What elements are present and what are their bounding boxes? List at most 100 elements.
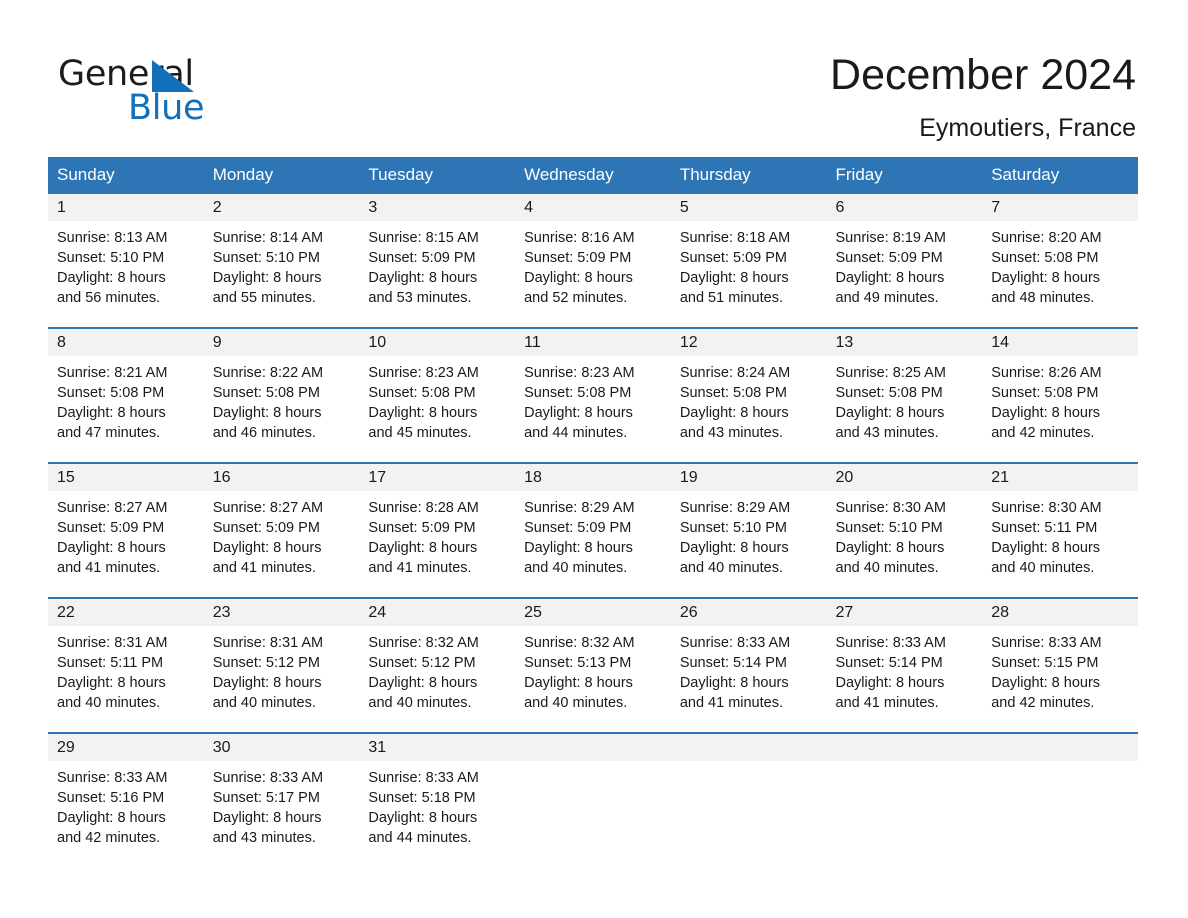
day-number: 10: [359, 329, 516, 356]
calendar-day-cell-empty: [515, 732, 671, 867]
calendar-week-row: 1 Sunrise: 8:13 AM Sunset: 5:10 PM Dayli…: [48, 194, 1138, 328]
page-title: December 2024: [830, 51, 1136, 99]
daylight-text-line1: Daylight: 8 hours: [57, 540, 166, 556]
day-number: 8: [48, 329, 204, 356]
calendar-day-cell[interactable]: 2 Sunrise: 8:14 AM Sunset: 5:10 PM Dayli…: [203, 194, 360, 328]
day-number: 7: [982, 194, 1138, 221]
daylight-text-line1: Daylight: 8 hours: [57, 405, 166, 421]
calendar-day-cell[interactable]: 9 Sunrise: 8:22 AM Sunset: 5:08 PM Dayli…: [203, 327, 360, 463]
daylight-text-line1: Daylight: 8 hours: [212, 810, 322, 826]
sunrise-text: Sunrise: 8:16 AM: [524, 230, 635, 246]
calendar-day-cell[interactable]: 23 Sunrise: 8:31 AM Sunset: 5:12 PM Dayl…: [203, 597, 360, 733]
calendar-day-cell[interactable]: 4 Sunrise: 8:16 AM Sunset: 5:09 PM Dayli…: [515, 194, 671, 328]
day-number: 5: [670, 194, 827, 221]
sunset-text: Sunset: 5:11 PM: [991, 520, 1098, 536]
daylight-text-line2: and 48 minutes.: [991, 290, 1095, 306]
calendar-day-cell[interactable]: 18 Sunrise: 8:29 AM Sunset: 5:09 PM Dayl…: [515, 462, 671, 598]
calendar-day-cell[interactable]: 30 Sunrise: 8:33 AM Sunset: 5:17 PM Dayl…: [203, 732, 360, 867]
calendar-day-cell[interactable]: 25 Sunrise: 8:32 AM Sunset: 5:13 PM Dayl…: [515, 597, 671, 733]
calendar-day-cell[interactable]: 27 Sunrise: 8:33 AM Sunset: 5:14 PM Dayl…: [826, 597, 983, 733]
sunset-text: Sunset: 5:12 PM: [212, 655, 320, 671]
calendar-day-cell[interactable]: 17 Sunrise: 8:28 AM Sunset: 5:09 PM Dayl…: [359, 462, 516, 598]
calendar-day-cell[interactable]: 16 Sunrise: 8:27 AM Sunset: 5:09 PM Dayl…: [203, 462, 360, 598]
calendar-day-cell[interactable]: 8 Sunrise: 8:21 AM Sunset: 5:08 PM Dayli…: [48, 327, 204, 463]
day-info: Sunrise: 8:31 AM Sunset: 5:11 PM Dayligh…: [48, 626, 204, 713]
day-number: 27: [826, 599, 983, 626]
daylight-text-line1: Daylight: 8 hours: [679, 270, 789, 286]
calendar-day-cell[interactable]: 3 Sunrise: 8:15 AM Sunset: 5:09 PM Dayli…: [359, 194, 516, 328]
weekday-header-wednesday: Wednesday: [515, 157, 671, 194]
sunset-text: Sunset: 5:14 PM: [679, 655, 788, 671]
day-info: Sunrise: 8:24 AM Sunset: 5:08 PM Dayligh…: [671, 356, 827, 443]
day-info: [982, 761, 1138, 768]
daylight-text-line1: Daylight: 8 hours: [524, 540, 633, 556]
sunrise-text: Sunrise: 8:29 AM: [679, 500, 791, 516]
calendar-day-cell[interactable]: 20 Sunrise: 8:30 AM Sunset: 5:10 PM Dayl…: [826, 462, 983, 598]
day-info: Sunrise: 8:13 AM Sunset: 5:10 PM Dayligh…: [48, 221, 204, 308]
sunrise-text: Sunrise: 8:25 AM: [835, 365, 946, 381]
day-number: 23: [203, 599, 360, 626]
sunset-text: Sunset: 5:09 PM: [57, 520, 165, 536]
daylight-text-line2: and 40 minutes.: [57, 695, 161, 711]
calendar-day-cell[interactable]: 24 Sunrise: 8:32 AM Sunset: 5:12 PM Dayl…: [359, 597, 516, 733]
sunrise-text: Sunrise: 8:13 AM: [57, 230, 168, 246]
title-block: December 2024 Eymoutiers, France: [830, 48, 1136, 145]
calendar-day-cell[interactable]: 7 Sunrise: 8:20 AM Sunset: 5:08 PM Dayli…: [982, 194, 1138, 328]
calendar-day-cell[interactable]: 29 Sunrise: 8:33 AM Sunset: 5:16 PM Dayl…: [48, 732, 204, 867]
calendar-day-cell[interactable]: 5 Sunrise: 8:18 AM Sunset: 5:09 PM Dayli…: [670, 194, 827, 328]
calendar-day-cell[interactable]: 22 Sunrise: 8:31 AM Sunset: 5:11 PM Dayl…: [48, 597, 204, 733]
sunset-text: Sunset: 5:10 PM: [679, 520, 788, 536]
calendar-week-row: 22 Sunrise: 8:31 AM Sunset: 5:11 PM Dayl…: [48, 597, 1138, 733]
sunrise-text: Sunrise: 8:24 AM: [679, 365, 791, 381]
calendar-day-cell[interactable]: 13 Sunrise: 8:25 AM Sunset: 5:08 PM Dayl…: [826, 327, 983, 463]
sunrise-sunset-calendar: Sunday Monday Tuesday Wednesday Thursday…: [48, 157, 1138, 867]
day-info: Sunrise: 8:19 AM Sunset: 5:09 PM Dayligh…: [827, 221, 983, 308]
calendar-day-cell[interactable]: 11 Sunrise: 8:23 AM Sunset: 5:08 PM Dayl…: [515, 327, 671, 463]
sunset-text: Sunset: 5:09 PM: [368, 250, 476, 266]
sunset-text: Sunset: 5:08 PM: [991, 250, 1099, 266]
day-number: 9: [203, 329, 360, 356]
calendar-day-cell[interactable]: 26 Sunrise: 8:33 AM Sunset: 5:14 PM Dayl…: [670, 597, 827, 733]
weekday-header-friday: Friday: [826, 157, 983, 194]
sunrise-text: Sunrise: 8:31 AM: [212, 635, 324, 651]
daylight-text-line2: and 40 minutes.: [368, 695, 472, 711]
calendar-day-cell[interactable]: 19 Sunrise: 8:29 AM Sunset: 5:10 PM Dayl…: [670, 462, 827, 598]
daylight-text-line2: and 40 minutes.: [212, 695, 316, 711]
sunrise-text: Sunrise: 8:33 AM: [57, 770, 168, 786]
sunset-text: Sunset: 5:13 PM: [524, 655, 632, 671]
daylight-text-line1: Daylight: 8 hours: [679, 675, 789, 691]
sunset-text: Sunset: 5:15 PM: [991, 655, 1099, 671]
daylight-text-line2: and 43 minutes.: [212, 830, 316, 846]
day-number: 26: [670, 599, 827, 626]
daylight-text-line2: and 43 minutes.: [835, 425, 939, 441]
calendar-week-row: 29 Sunrise: 8:33 AM Sunset: 5:16 PM Dayl…: [48, 732, 1138, 867]
calendar-day-cell[interactable]: 6 Sunrise: 8:19 AM Sunset: 5:09 PM Dayli…: [826, 194, 983, 328]
daylight-text-line2: and 42 minutes.: [57, 830, 161, 846]
calendar-body: 1 Sunrise: 8:13 AM Sunset: 5:10 PM Dayli…: [48, 194, 1138, 867]
calendar-day-cell[interactable]: 31 Sunrise: 8:33 AM Sunset: 5:18 PM Dayl…: [359, 732, 516, 867]
calendar-day-cell[interactable]: 28 Sunrise: 8:33 AM Sunset: 5:15 PM Dayl…: [982, 597, 1138, 733]
calendar-day-cell[interactable]: 10 Sunrise: 8:23 AM Sunset: 5:08 PM Dayl…: [359, 327, 516, 463]
calendar-day-cell[interactable]: 21 Sunrise: 8:30 AM Sunset: 5:11 PM Dayl…: [982, 462, 1138, 598]
day-number: 6: [826, 194, 983, 221]
sunrise-text: Sunrise: 8:20 AM: [991, 230, 1102, 246]
calendar-day-cell[interactable]: 14 Sunrise: 8:26 AM Sunset: 5:08 PM Dayl…: [982, 327, 1138, 463]
day-number: 25: [515, 599, 671, 626]
logo-text-blue: Blue: [128, 88, 205, 128]
sunset-text: Sunset: 5:09 PM: [679, 250, 788, 266]
day-info: Sunrise: 8:33 AM Sunset: 5:14 PM Dayligh…: [827, 626, 983, 713]
day-info: Sunrise: 8:22 AM Sunset: 5:08 PM Dayligh…: [204, 356, 360, 443]
day-number: 2: [203, 194, 360, 221]
daylight-text-line2: and 44 minutes.: [368, 830, 472, 846]
daylight-text-line2: and 53 minutes.: [368, 290, 472, 306]
calendar-day-cell[interactable]: 15 Sunrise: 8:27 AM Sunset: 5:09 PM Dayl…: [48, 462, 204, 598]
sunrise-text: Sunrise: 8:32 AM: [524, 635, 635, 651]
calendar-day-cell[interactable]: 1 Sunrise: 8:13 AM Sunset: 5:10 PM Dayli…: [48, 194, 204, 328]
sunset-text: Sunset: 5:14 PM: [835, 655, 943, 671]
day-info: Sunrise: 8:21 AM Sunset: 5:08 PM Dayligh…: [48, 356, 204, 443]
sunrise-text: Sunrise: 8:23 AM: [368, 365, 479, 381]
daylight-text-line1: Daylight: 8 hours: [368, 675, 478, 691]
calendar-day-cell[interactable]: 12 Sunrise: 8:24 AM Sunset: 5:08 PM Dayl…: [670, 327, 827, 463]
daylight-text-line2: and 40 minutes.: [524, 560, 628, 576]
day-number: [670, 734, 827, 761]
